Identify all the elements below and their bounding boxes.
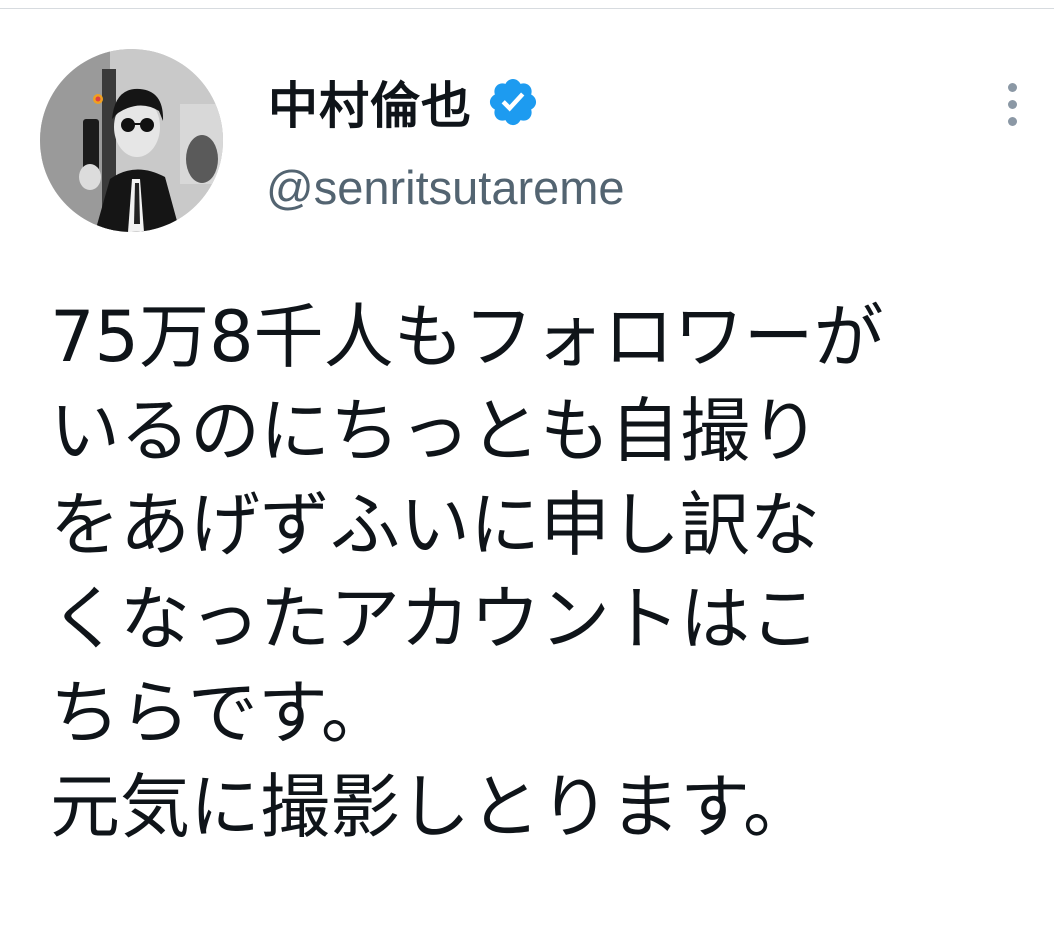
avatar[interactable] — [40, 49, 223, 232]
tweet-line: 元気に撮影しとります。 — [50, 766, 813, 848]
author-row: 中村倫也 — [268, 62, 540, 142]
more-options-button[interactable] — [996, 80, 1030, 130]
tweet-line: 75万8千人もフォロワーが — [50, 296, 884, 378]
tweet-line: くなったアカウントはこ — [50, 578, 820, 660]
more-vertical-icon — [1008, 83, 1017, 92]
more-dot — [1008, 100, 1017, 109]
display-name[interactable]: 中村倫也 — [268, 66, 472, 138]
more-dot — [1008, 117, 1017, 126]
tweet-card[interactable]: 中村倫也 @senritsutareme 75万8千人もフォロワーが いるのにち… — [0, 0, 1054, 935]
tweet-line: をあげずふいに申し訳な — [50, 484, 820, 566]
tweet-text: 75万8千人もフォロワーが いるのにちっとも自撮り をあげずふいに申し訳な くな… — [50, 290, 1040, 854]
tweet-line: いるのにちっとも自撮り — [50, 390, 820, 472]
user-handle[interactable]: @senritsutareme — [266, 160, 625, 215]
tweet-line: ちらです。 — [50, 672, 391, 754]
avatar-image — [40, 49, 223, 232]
verified-badge-icon — [486, 75, 540, 129]
